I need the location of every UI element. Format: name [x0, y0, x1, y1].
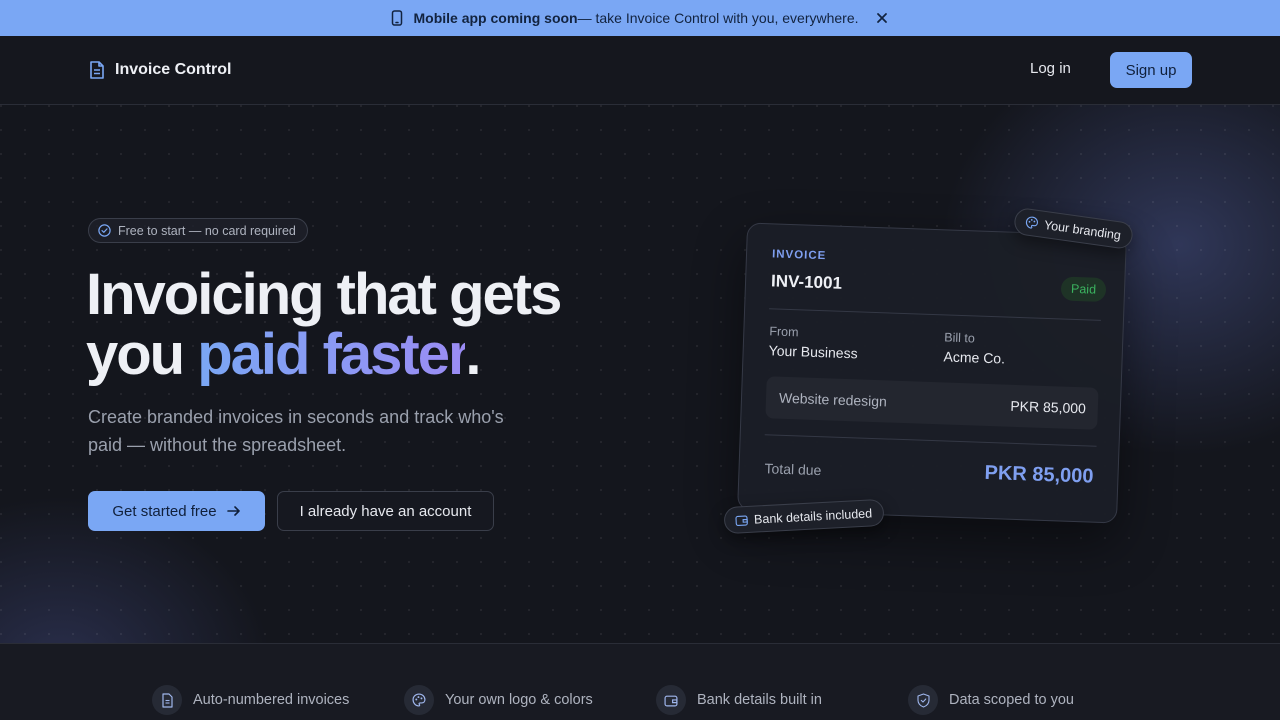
- document-icon: [152, 685, 182, 715]
- announcement-banner: Mobile app coming soon — take Invoice Co…: [0, 0, 1280, 36]
- bill-to-label: Bill to: [944, 330, 976, 346]
- feature-item: Data scoped to you: [908, 685, 1074, 715]
- banner-text: — take Invoice Control with you, everywh…: [577, 10, 859, 26]
- shield-check-icon: [908, 685, 938, 715]
- from-value: Your Business: [768, 342, 858, 362]
- login-link[interactable]: Log in: [1030, 60, 1071, 77]
- headline-line-2: you: [86, 322, 198, 387]
- line-item: Website redesign PKR 85,000: [765, 376, 1099, 430]
- arrow-right-icon: [226, 505, 241, 517]
- wallet-icon: [656, 685, 686, 715]
- top-navigation: Invoice Control Log in Sign up: [0, 36, 1280, 105]
- check-circle-icon: [98, 224, 111, 237]
- headline-line-1: Invoicing that gets: [86, 262, 562, 327]
- invoice-number: INV-1001: [770, 271, 843, 293]
- feature-label: Bank details built in: [697, 692, 822, 708]
- headline-period: .: [465, 322, 481, 387]
- status-badge: Paid: [1060, 276, 1107, 303]
- get-started-label: Get started free: [112, 502, 217, 520]
- feature-item: Your own logo & colors: [404, 685, 593, 715]
- feature-label: Data scoped to you: [949, 692, 1074, 708]
- feature-item: Auto-numbered invoices: [152, 685, 349, 715]
- branding-tag-label: Your branding: [1043, 217, 1122, 243]
- feature-strip: Auto-numbered invoices Your own logo & c…: [0, 643, 1280, 720]
- invoice-preview-card: INVOICE INV-1001 Paid From Your Business…: [737, 222, 1127, 524]
- total-value: PKR 85,000: [984, 461, 1094, 488]
- hero-subtitle: Create branded invoices in seconds and t…: [88, 407, 504, 455]
- feature-label: Auto-numbered invoices: [193, 692, 350, 708]
- line-item-amount: PKR 85,000: [1010, 397, 1087, 417]
- bank-tag-label: Bank details included: [753, 505, 873, 527]
- close-icon[interactable]: [875, 11, 889, 25]
- signup-button[interactable]: Sign up: [1110, 52, 1192, 88]
- smartphone-icon: [391, 10, 403, 26]
- bill-to-value: Acme Co.: [943, 348, 1006, 367]
- from-label: From: [769, 324, 799, 340]
- headline-accent: paid faster: [197, 322, 467, 387]
- existing-account-button[interactable]: I already have an account: [277, 491, 494, 531]
- feature-item: Bank details built in: [656, 685, 822, 715]
- document-icon: [88, 60, 106, 80]
- badge-text: Free to start — no card required: [118, 223, 296, 238]
- brand-logo[interactable]: Invoice Control: [88, 60, 231, 80]
- divider: [764, 434, 1097, 447]
- divider: [769, 308, 1101, 321]
- free-badge: Free to start — no card required: [88, 218, 308, 243]
- get-started-button[interactable]: Get started free: [88, 491, 265, 531]
- wallet-icon: [735, 513, 749, 526]
- brand-name: Invoice Control: [115, 61, 232, 78]
- palette-icon: [404, 685, 434, 715]
- invoice-kicker: INVOICE: [771, 248, 827, 263]
- total-label: Total due: [764, 460, 822, 479]
- palette-icon: [1025, 215, 1040, 230]
- hero-section: Free to start — no card required Invoici…: [0, 105, 1280, 643]
- banner-headline: Mobile app coming soon: [413, 10, 578, 26]
- feature-label: Your own logo & colors: [445, 692, 593, 708]
- line-item-description: Website redesign: [778, 389, 888, 410]
- hero-headline: Invoicing that gets you paid faster.: [86, 265, 646, 385]
